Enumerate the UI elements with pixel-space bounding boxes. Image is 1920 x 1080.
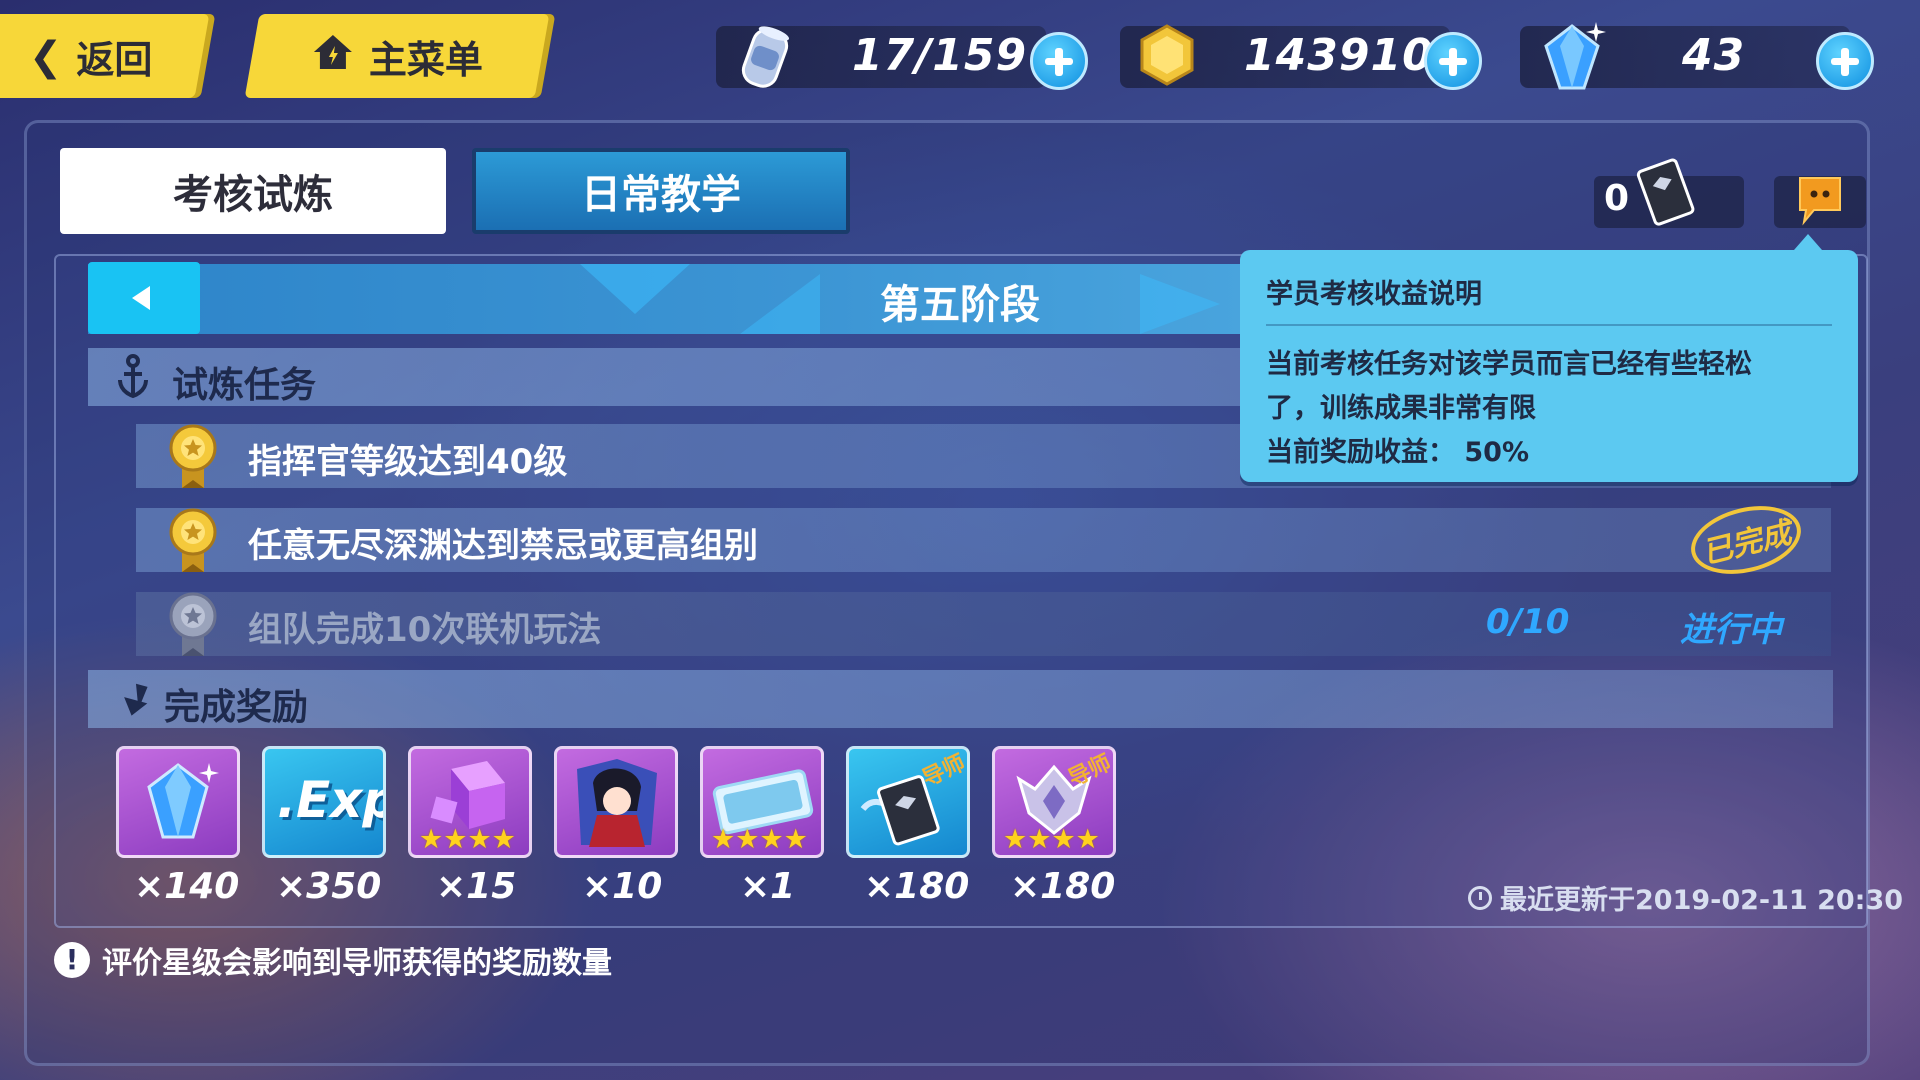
task-progress: 0/10 — [1486, 602, 1570, 642]
medal-icon — [168, 590, 218, 660]
star-rating-notice: ! 评价星级会影响到导师获得的奖励数量 — [54, 938, 612, 982]
reward-quantity: ×140 — [134, 866, 240, 907]
back-label: 返回 — [76, 37, 153, 82]
chat-bubble-icon[interactable] — [1794, 172, 1846, 232]
tab-assessment-trial[interactable]: 考核试炼 — [60, 148, 446, 234]
rewards-section-label: 完成奖励 — [164, 687, 309, 728]
medal-icon — [168, 422, 218, 492]
crystal-icon — [147, 763, 219, 839]
task-text: 任意无尽深渊达到禁忌或更高组别 — [248, 526, 758, 566]
reward-quantity: ×180 — [864, 866, 970, 907]
previous-stage-button[interactable] — [88, 262, 200, 334]
clock-icon — [1468, 885, 1492, 910]
add-crystals-button[interactable] — [1816, 32, 1874, 90]
reward-exp[interactable]: .Exp — [262, 746, 386, 858]
back-button[interactable]: ❮ 返回 — [0, 14, 210, 98]
home-icon — [311, 32, 355, 81]
tooltip-reward-rate: 当前奖励收益： 50% — [1266, 437, 1530, 468]
book-count: 0 — [1604, 178, 1630, 219]
medal-icon — [168, 506, 218, 576]
reward-mentor-book[interactable]: 导师 — [846, 746, 970, 858]
crystals-value: 43 — [1682, 30, 1746, 81]
reward-quantity: ×15 — [436, 866, 517, 907]
main-menu-label: 主菜单 — [368, 37, 483, 82]
task-status: 进行中 — [1680, 610, 1782, 650]
book-icon — [1634, 156, 1698, 234]
exclamation-icon: ! — [54, 942, 90, 978]
crystal-icon — [1532, 16, 1612, 100]
add-coins-button[interactable] — [1424, 32, 1482, 90]
reward-ticket[interactable]: ★ ★ ★ ★ — [700, 746, 824, 858]
rating-stars: ★ ★ ★ ★ — [419, 824, 516, 855]
tab-daily-teaching[interactable]: 日常教学 — [472, 148, 850, 234]
stamina-value: 17/159 — [852, 30, 1028, 81]
coin-icon — [1134, 22, 1200, 92]
rewards-section-header — [88, 670, 1833, 728]
tasks-section-label: 试炼任务 — [172, 365, 317, 406]
last-updated: 最近更新于2019-02-11 20:30 — [1468, 878, 1903, 917]
reward-quantity: ×10 — [582, 866, 663, 907]
notice-text: 评价星级会影响到导师获得的奖励数量 — [102, 946, 612, 981]
tooltip-line: 了，训练成果非常有限 — [1266, 393, 1536, 424]
reward-quantity: ×350 — [276, 866, 382, 907]
reward-purple-cube[interactable]: ★ ★ ★ ★ — [408, 746, 532, 858]
tooltip-title: 学员考核收益说明 — [1266, 279, 1482, 310]
tooltip-divider — [1266, 324, 1832, 326]
down-arrow-icon — [118, 680, 152, 722]
reward-quantity: ×180 — [1010, 866, 1116, 907]
rating-stars: ★ ★ ★ ★ — [711, 824, 808, 855]
tooltip-line: 当前考核任务对该学员而言已经有些轻松 — [1266, 349, 1752, 380]
exp-icon: .Exp — [277, 771, 383, 829]
add-stamina-button[interactable] — [1030, 32, 1088, 90]
task-text: 组队完成10次联机玩法 — [248, 610, 602, 650]
chevron-left-icon: ❮ — [29, 33, 63, 79]
rating-stars: ★ ★ ★ ★ — [1003, 824, 1100, 855]
anchor-icon — [110, 352, 156, 406]
main-menu-button[interactable]: 主菜单 — [244, 14, 550, 98]
last-updated-text: 最近更新于2019-02-11 20:30 — [1500, 885, 1904, 916]
reward-character-fragment[interactable] — [554, 746, 678, 858]
reward-quantity: ×1 — [740, 866, 796, 907]
coins-value: 143910 — [1244, 30, 1434, 81]
character-fragment-icon — [577, 759, 657, 847]
reward-mentor-emblem[interactable]: 导师 ★ ★ ★ ★ — [992, 746, 1116, 858]
stage-title: 第五阶段 — [880, 282, 1040, 328]
task-text: 指挥官等级达到40级 — [248, 442, 568, 482]
stamina-icon — [730, 20, 800, 100]
reward-crystal[interactable] — [116, 746, 240, 858]
earnings-tooltip: 学员考核收益说明 当前考核任务对该学员而言已经有些轻松 了，训练成果非常有限 当… — [1240, 234, 1858, 482]
